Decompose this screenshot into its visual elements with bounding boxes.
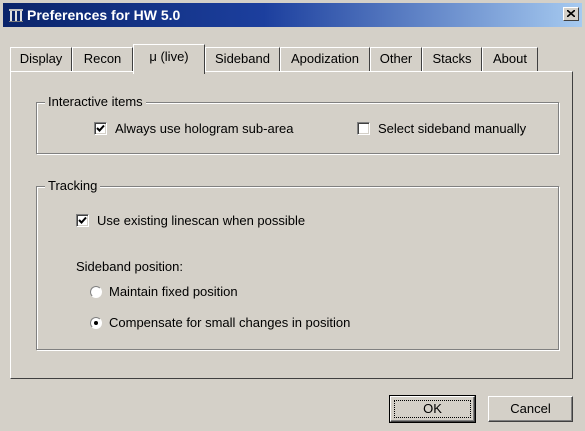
use-existing-linescan-label[interactable]: Use existing linescan when possible — [97, 213, 305, 228]
maintain-fixed-position-label[interactable]: Maintain fixed position — [109, 284, 238, 299]
preferences-dialog: Preferences for HW 5.0 Display Recon μ (… — [0, 0, 585, 431]
interactive-items-group: Interactive items Always use hologram su… — [36, 94, 559, 154]
interactive-items-title: Interactive items — [45, 94, 146, 109]
tracking-group: Tracking Use existing linescan when poss… — [36, 178, 559, 350]
select-sideband-manually-checkbox[interactable] — [357, 122, 370, 135]
sideband-position-label: Sideband position: — [76, 259, 183, 274]
checkmark-icon — [78, 216, 87, 224]
tab-about[interactable]: About — [482, 47, 538, 72]
cancel-button[interactable]: Cancel — [488, 396, 573, 422]
tab-display[interactable]: Display — [10, 47, 72, 72]
tab-mu-live[interactable]: μ (live) — [133, 44, 205, 74]
radio-selected-dot — [94, 321, 98, 325]
close-button[interactable] — [563, 7, 579, 21]
hologram-app-icon — [9, 9, 23, 22]
select-sideband-manually-label[interactable]: Select sideband manually — [378, 121, 526, 136]
ok-button[interactable]: OK — [389, 395, 476, 423]
tab-panel-mu-live: Interactive items Always use hologram su… — [10, 71, 573, 379]
maintain-fixed-position-radio[interactable] — [90, 286, 102, 298]
use-existing-linescan-checkbox[interactable] — [76, 214, 89, 227]
window-title: Preferences for HW 5.0 — [27, 7, 181, 23]
always-use-subarea-label[interactable]: Always use hologram sub-area — [115, 121, 293, 136]
compensate-small-changes-radio[interactable] — [90, 317, 102, 329]
tab-other[interactable]: Other — [370, 47, 422, 72]
tab-sideband[interactable]: Sideband — [205, 47, 280, 72]
always-use-subarea-checkbox[interactable] — [94, 122, 107, 135]
tab-recon[interactable]: Recon — [72, 47, 133, 72]
tab-apodization[interactable]: Apodization — [280, 47, 370, 72]
tab-stacks[interactable]: Stacks — [422, 47, 482, 72]
checkmark-icon — [96, 124, 105, 132]
compensate-small-changes-label[interactable]: Compensate for small changes in position — [109, 315, 350, 330]
close-icon — [567, 10, 575, 17]
title-bar[interactable]: Preferences for HW 5.0 — [3, 3, 582, 27]
tracking-title: Tracking — [45, 178, 101, 193]
